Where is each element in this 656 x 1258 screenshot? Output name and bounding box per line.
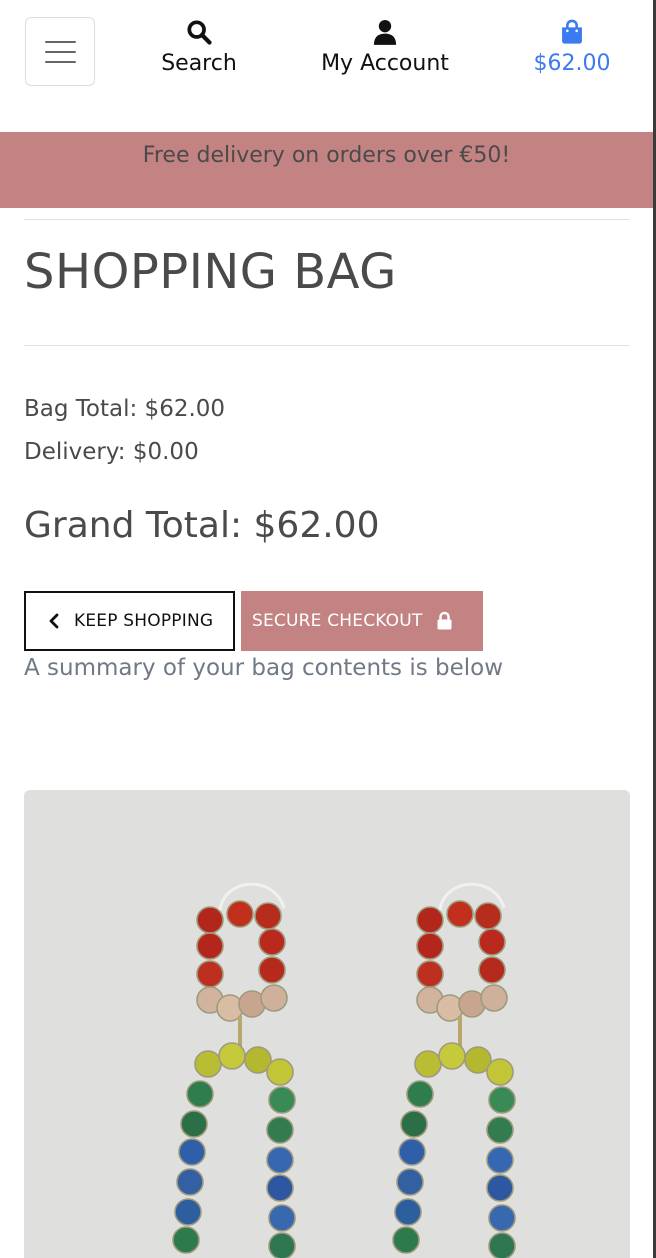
keep-shopping-button[interactable]: KEEP SHOPPING [24,591,235,651]
secure-checkout-label: SECURE CHECKOUT [252,611,423,631]
page-title: SHOPPING BAG [24,244,397,300]
delivery-banner: Free delivery on orders over €50! [0,132,653,208]
nav-bag-link[interactable]: $62.00 [522,18,622,76]
bag-total: Bag Total: $62.00 [24,396,226,422]
nav-account-link[interactable]: My Account [310,18,460,76]
top-navigation: Search My Account $62.00 [0,0,653,132]
shopping-bag-icon [562,19,582,44]
nav-bag-total: $62.00 [533,51,611,76]
delivery-banner-text: Free delivery on orders over €50! [142,143,511,168]
menu-icon [45,41,76,43]
nav-search-label: Search [161,51,237,76]
product-image[interactable] [24,790,630,1258]
lock-icon [437,611,451,630]
menu-icon-bar [45,51,76,53]
delivery-cost: Delivery: $0.00 [24,439,199,465]
menu-icon-bar [45,61,76,63]
nav-search-link[interactable]: Search [150,18,248,76]
user-icon [373,19,397,45]
keep-shopping-label: KEEP SHOPPING [74,611,214,631]
nav-account-label: My Account [321,51,449,76]
bag-summary-note: A summary of your bag contents is below [24,655,504,681]
chevron-left-icon [49,613,59,629]
earrings-photo [172,882,516,1258]
search-icon [187,20,212,45]
grand-total: Grand Total: $62.00 [24,505,380,546]
menu-toggle-button[interactable] [25,17,95,86]
divider [24,345,630,346]
divider [24,219,630,220]
secure-checkout-button[interactable]: SECURE CHECKOUT [241,591,483,651]
